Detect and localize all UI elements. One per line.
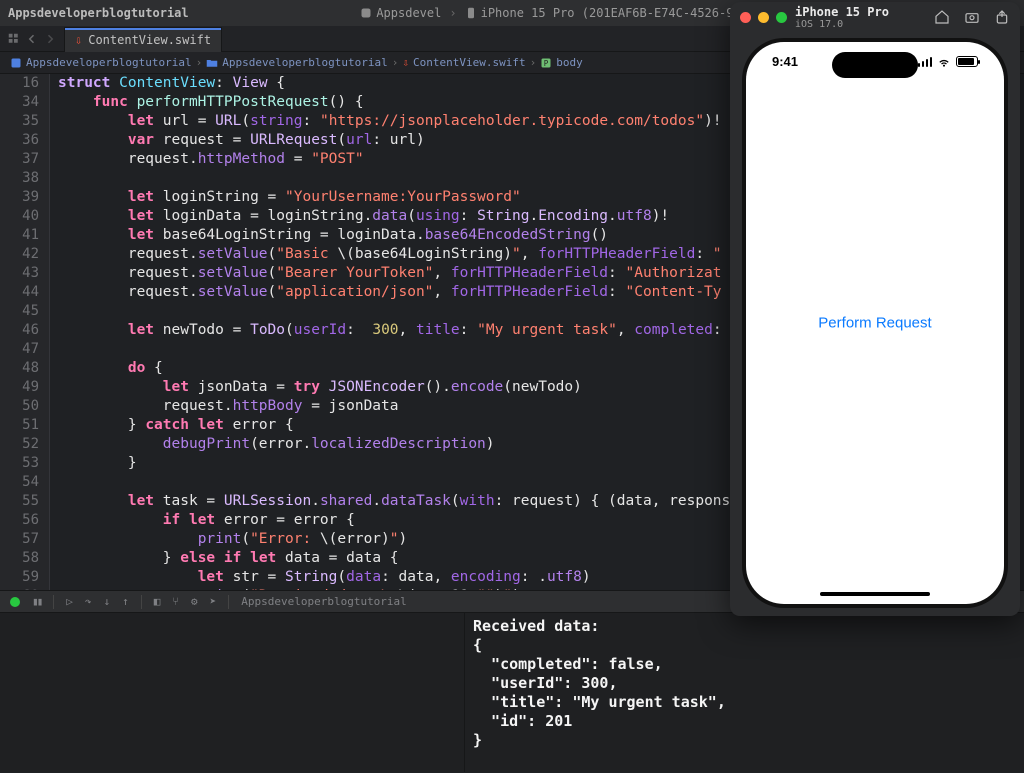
memory-graph-icon[interactable]: ⑂ bbox=[172, 595, 179, 608]
close-icon[interactable] bbox=[740, 12, 751, 23]
zoom-icon[interactable] bbox=[776, 12, 787, 23]
pause-icon[interactable]: ▮▮ bbox=[32, 595, 41, 608]
tab-contentview[interactable]: ⇩ ContentView.swift bbox=[64, 27, 222, 52]
minimize-icon[interactable] bbox=[758, 12, 769, 23]
scheme-pill[interactable]: Appsdevel bbox=[360, 6, 441, 20]
home-icon[interactable] bbox=[934, 9, 950, 25]
crumb-folder[interactable]: Appsdeveloperblogtutorial bbox=[206, 56, 388, 69]
simulator-title: iPhone 15 Pro iOS 17.0 bbox=[795, 5, 926, 30]
simulator-titlebar[interactable]: iPhone 15 Pro iOS 17.0 bbox=[730, 2, 1020, 32]
screenshot-icon[interactable] bbox=[964, 9, 980, 25]
location-icon[interactable]: ➤ bbox=[210, 595, 217, 608]
env-overrides-icon[interactable]: ⚙︎ bbox=[191, 595, 198, 608]
simulator-window[interactable]: iPhone 15 Pro iOS 17.0 9:41 Perform Requ… bbox=[730, 2, 1020, 616]
console-output[interactable]: Received data: { "completed": false, "us… bbox=[465, 613, 1024, 772]
run-status-icon bbox=[10, 597, 20, 607]
iphone-screen[interactable]: 9:41 Perform Request bbox=[746, 42, 1004, 604]
step-into-icon[interactable]: ↓ bbox=[104, 595, 111, 608]
crumb-symbol[interactable]: P body bbox=[540, 56, 583, 69]
wifi-icon bbox=[937, 55, 951, 69]
step-out-icon[interactable]: ↑ bbox=[122, 595, 129, 608]
line-gutter: 16 34 35 36 37 38 39 40 41 42 43 44 45 4… bbox=[0, 74, 50, 590]
continue-icon[interactable]: ▷ bbox=[66, 595, 73, 608]
grid-icon[interactable] bbox=[8, 33, 20, 45]
project-name: Appsdeveloperblogtutorial bbox=[8, 6, 189, 20]
forward-icon bbox=[44, 33, 56, 45]
debug-view-icon[interactable]: ◧ bbox=[154, 595, 161, 608]
share-icon[interactable] bbox=[994, 9, 1010, 25]
home-indicator bbox=[820, 592, 930, 596]
debug-area: Received data: { "completed": false, "us… bbox=[0, 612, 1024, 772]
iphone-frame: 9:41 Perform Request bbox=[742, 38, 1008, 608]
back-icon[interactable] bbox=[26, 33, 38, 45]
tab-nav bbox=[0, 33, 64, 45]
svg-text:P: P bbox=[544, 59, 549, 68]
crumb-project[interactable]: Appsdeveloperblogtutorial bbox=[10, 56, 192, 69]
debug-target[interactable]: Appsdeveloperblogtutorial bbox=[241, 595, 407, 608]
cellular-icon bbox=[918, 57, 933, 67]
swift-file-icon: ⇩ bbox=[402, 56, 409, 69]
swift-file-icon: ⇩ bbox=[75, 33, 82, 47]
battery-icon bbox=[956, 56, 978, 67]
step-over-icon[interactable]: ↷ bbox=[85, 595, 92, 608]
window-controls[interactable] bbox=[740, 12, 787, 23]
status-bar: 9:41 bbox=[746, 54, 1004, 69]
perform-request-button[interactable]: Perform Request bbox=[818, 315, 931, 332]
simulator-actions bbox=[934, 9, 1010, 25]
crumb-file[interactable]: ⇩ ContentView.swift bbox=[402, 56, 525, 69]
variables-view[interactable] bbox=[0, 613, 465, 772]
clock: 9:41 bbox=[772, 54, 798, 69]
